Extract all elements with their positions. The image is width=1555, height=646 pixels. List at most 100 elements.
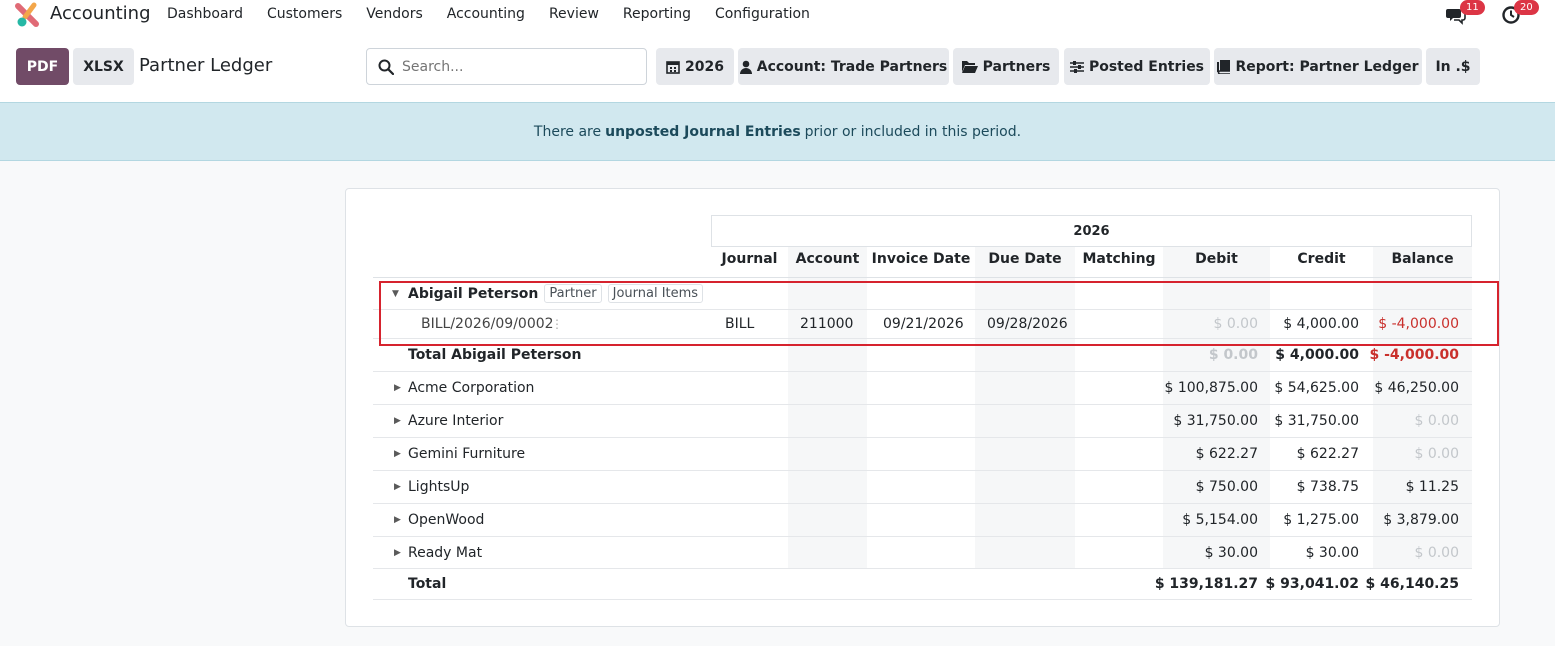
- partners-filter-button[interactable]: Partners: [953, 48, 1059, 85]
- col-account[interactable]: Account: [788, 251, 867, 271]
- search-box[interactable]: [366, 48, 647, 85]
- currency-filter-label: In .$: [1435, 58, 1471, 75]
- line-account: 211000: [800, 316, 854, 332]
- line-credit: $ 4,000.00: [1283, 316, 1359, 332]
- grand-total-row: Total $ 139,181.27 $ 93,041.02 $ 46,140.…: [373, 569, 1472, 600]
- line-invoice-date: 09/21/2026: [883, 316, 964, 332]
- col-balance[interactable]: Balance: [1373, 251, 1472, 271]
- menu-customers[interactable]: Customers: [267, 6, 342, 22]
- partner-name[interactable]: Ready Mat: [408, 537, 482, 568]
- partner-credit: $ 738.75: [1296, 479, 1359, 495]
- messages-badge: 11: [1460, 0, 1485, 15]
- partner-balance: $ 0.00: [1414, 413, 1459, 429]
- partner-debit: $ 750.00: [1195, 479, 1258, 495]
- col-invoice-date[interactable]: Invoice Date: [868, 251, 974, 271]
- app-logo-icon[interactable]: [14, 2, 40, 28]
- line-journal: BILL: [725, 316, 755, 332]
- caret-right-icon[interactable]: ▶: [394, 537, 401, 568]
- partner-debit: $ 31,750.00: [1173, 413, 1258, 429]
- line-ref[interactable]: BILL/2026/09/0002: [421, 310, 554, 338]
- partner-credit: $ 622.27: [1296, 446, 1359, 462]
- date-filter-label: 2026: [685, 58, 724, 75]
- partner-row[interactable]: ▶ Ready Mat $ 30.00 $ 30.00 $ 0.00: [373, 537, 1472, 569]
- alert-suffix: prior or included in this period.: [804, 123, 1022, 140]
- line-due-date: 09/28/2026: [987, 316, 1068, 332]
- partner-debit: $ 100,875.00: [1164, 380, 1258, 396]
- partner-total-row: Total Abigail Peterson $ 0.00 $ 4,000.00…: [373, 339, 1472, 372]
- menu-reporting[interactable]: Reporting: [623, 6, 691, 22]
- line-debit: $ 0.00: [1213, 316, 1258, 332]
- menu-accounting[interactable]: Accounting: [447, 6, 525, 22]
- xlsx-button[interactable]: XLSX: [73, 48, 134, 85]
- partner-row[interactable]: ▶ Acme Corporation $ 100,875.00 $ 54,625…: [373, 372, 1472, 405]
- partner-name[interactable]: Azure Interior: [408, 405, 503, 437]
- partner-tag-button[interactable]: Partner: [544, 284, 602, 303]
- partner-row[interactable]: ▶ OpenWood $ 5,154.00 $ 1,275.00 $ 3,879…: [373, 504, 1472, 537]
- posted-entries-filter-label: Posted Entries: [1088, 58, 1205, 75]
- currency-filter-button[interactable]: In .$: [1426, 48, 1480, 85]
- line-menu-icon[interactable]: ⋮: [551, 310, 563, 338]
- partner-row[interactable]: ▶ LightsUp $ 750.00 $ 738.75 $ 11.25: [373, 471, 1472, 504]
- journal-items-tag-button[interactable]: Journal Items: [607, 284, 704, 303]
- partner-total-balance: $ -4,000.00: [1369, 347, 1459, 363]
- folder-open-icon: [961, 61, 978, 73]
- app-name[interactable]: Accounting: [50, 3, 151, 24]
- col-credit[interactable]: Credit: [1271, 251, 1372, 271]
- posted-entries-filter-button[interactable]: Posted Entries: [1064, 48, 1210, 85]
- unposted-entries-link[interactable]: unposted Journal Entries: [605, 124, 801, 140]
- caret-right-icon[interactable]: ▶: [394, 372, 401, 404]
- partner-balance: $ 0.00: [1414, 446, 1459, 462]
- journal-line-row[interactable]: BILL/2026/09/0002 ⋮ BILL 211000 09/21/20…: [373, 310, 1472, 339]
- top-navbar: Accounting Dashboard Customers Vendors A…: [0, 0, 1555, 32]
- grand-total-debit: $ 139,181.27: [1154, 576, 1258, 592]
- col-debit[interactable]: Debit: [1163, 251, 1270, 271]
- menu-configuration[interactable]: Configuration: [715, 6, 810, 22]
- partner-row[interactable]: ▶ Azure Interior $ 31,750.00 $ 31,750.00…: [373, 405, 1472, 438]
- caret-right-icon[interactable]: ▶: [394, 504, 401, 536]
- col-due-date[interactable]: Due Date: [975, 251, 1075, 271]
- activities-badge: 20: [1514, 0, 1539, 15]
- partner-name-text: Abigail Peterson: [408, 285, 539, 302]
- partner-name[interactable]: Gemini Furniture: [408, 438, 525, 470]
- caret-right-icon[interactable]: ▶: [394, 405, 401, 437]
- partners-filter-label: Partners: [982, 58, 1051, 75]
- period-header: 2026: [711, 215, 1472, 247]
- partner-balance: $ 46,250.00: [1374, 380, 1459, 396]
- partner-credit: $ 31,750.00: [1274, 413, 1359, 429]
- partner-name[interactable]: LightsUp: [408, 471, 469, 503]
- menu-vendors[interactable]: Vendors: [366, 6, 422, 22]
- date-filter-button[interactable]: 2026: [656, 48, 734, 85]
- partner-row[interactable]: ▶ Gemini Furniture $ 622.27 $ 622.27 $ 0…: [373, 438, 1472, 471]
- partner-balance: $ 11.25: [1405, 479, 1459, 495]
- partner-debit: $ 622.27: [1195, 446, 1258, 462]
- page-title: Partner Ledger: [139, 55, 273, 76]
- col-journal[interactable]: Journal: [712, 251, 787, 271]
- main-menu: Dashboard Customers Vendors Accounting R…: [167, 6, 834, 22]
- report-variant-label: Report: Partner Ledger: [1235, 58, 1419, 75]
- partner-debit: $ 5,154.00: [1182, 512, 1258, 528]
- partner-name[interactable]: OpenWood: [408, 504, 484, 536]
- report-variant-button[interactable]: Report: Partner Ledger: [1214, 48, 1422, 85]
- partner-credit: $ 1,275.00: [1283, 512, 1359, 528]
- partner-total-label: Total Abigail Peterson: [408, 347, 582, 363]
- caret-right-icon[interactable]: ▶: [394, 438, 401, 470]
- partner-debit: $ 30.00: [1204, 544, 1258, 561]
- caret-down-icon[interactable]: ▼: [392, 278, 399, 309]
- search-input[interactable]: [402, 57, 632, 77]
- caret-right-icon[interactable]: ▶: [394, 471, 401, 503]
- grand-total-label: Total: [408, 576, 447, 592]
- col-matching[interactable]: Matching: [1076, 251, 1162, 271]
- partner-name[interactable]: Acme Corporation: [408, 372, 534, 404]
- account-filter-label: Account: Trade Partners: [756, 58, 948, 75]
- menu-review[interactable]: Review: [549, 6, 599, 22]
- account-filter-button[interactable]: Account: Trade Partners: [738, 48, 949, 85]
- alert-prefix: There are: [533, 123, 602, 140]
- pdf-button[interactable]: PDF: [16, 48, 69, 85]
- calendar-icon: [666, 60, 680, 74]
- partner-balance: $ 3,879.00: [1383, 512, 1459, 528]
- menu-dashboard[interactable]: Dashboard: [167, 6, 243, 22]
- line-balance: $ -4,000.00: [1378, 316, 1459, 332]
- partner-row-expanded[interactable]: ▼ Abigail Peterson Partner Journal Items: [373, 277, 1472, 310]
- user-icon: [739, 60, 752, 74]
- partner-name[interactable]: Abigail Peterson Partner Journal Items: [408, 278, 704, 309]
